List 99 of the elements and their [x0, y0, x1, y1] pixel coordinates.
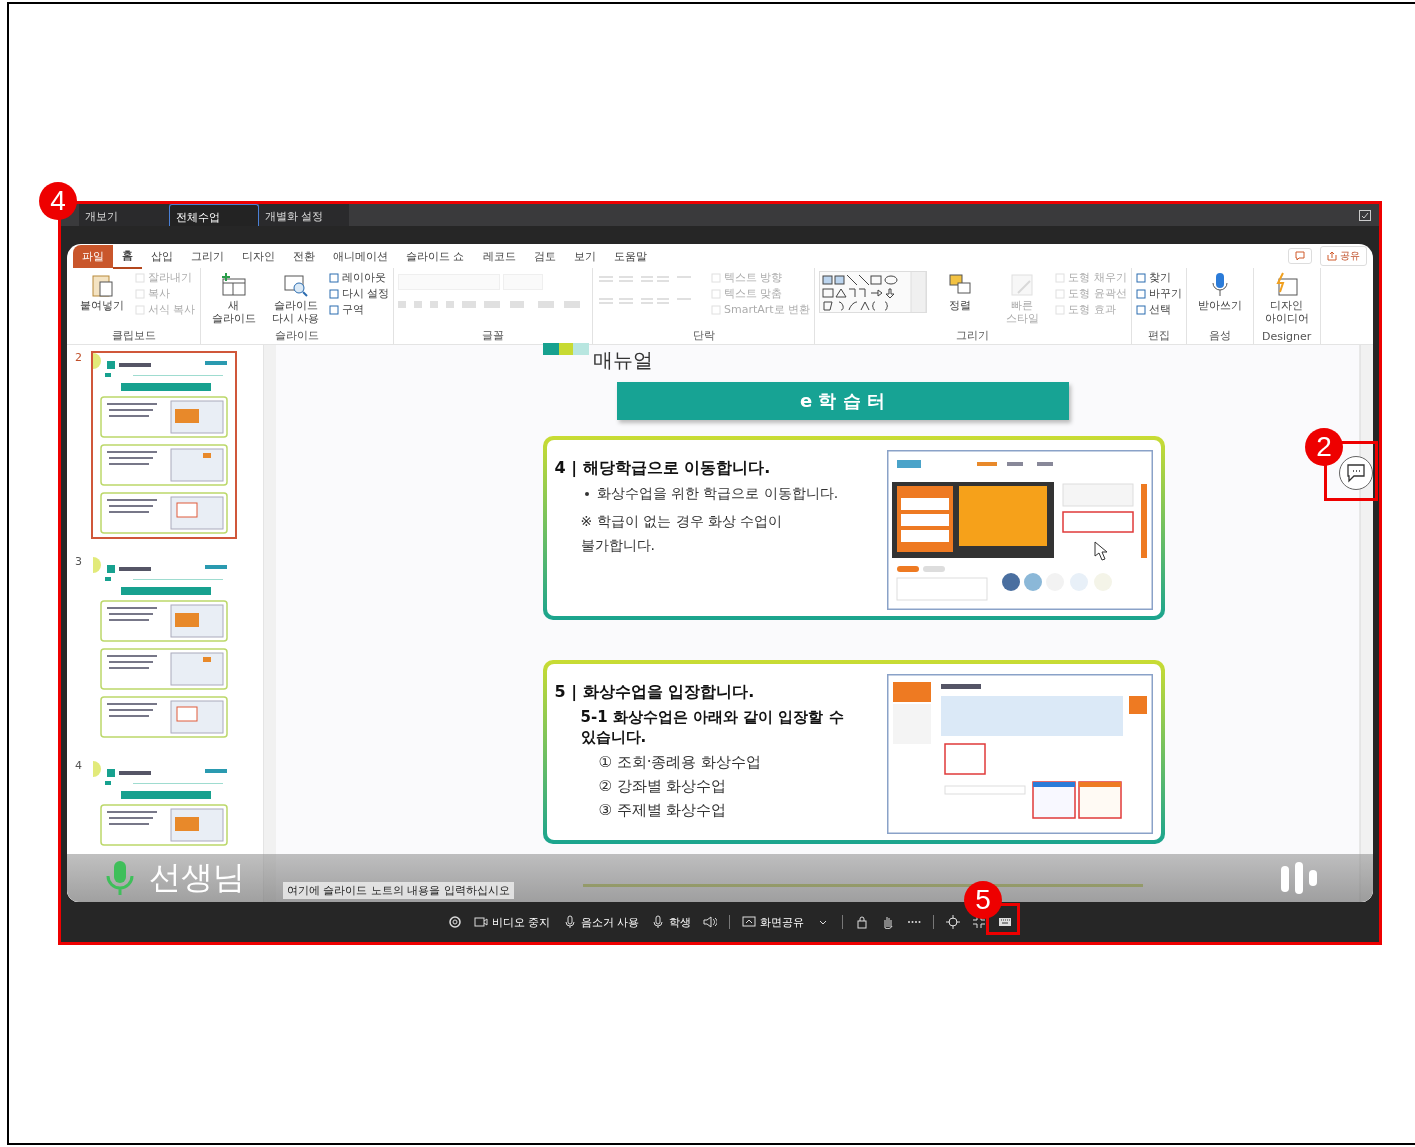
share-button[interactable]: 공유 [1320, 246, 1367, 266]
toolbar-button[interactable] [448, 915, 462, 929]
comment-icon [1295, 251, 1305, 261]
ribbon-button[interactable]: 디자인 아이디어 [1257, 271, 1316, 325]
group-label: 슬라이드 [273, 328, 320, 344]
crosshair-icon [946, 915, 960, 929]
group-label: 단락 [691, 328, 716, 344]
ribbon-tab[interactable]: 파일 [73, 244, 113, 268]
small-square-icon [135, 273, 145, 283]
ribbon-tab[interactable]: 디자인 [233, 244, 284, 268]
scrollbar[interactable] [1360, 345, 1373, 902]
lock-icon [855, 915, 869, 929]
ribbon-tab[interactable]: 검토 [524, 244, 565, 268]
slide-number: 3 [75, 555, 83, 570]
toolbar-button[interactable] [946, 915, 960, 929]
toolbar-button[interactable] [855, 915, 869, 929]
list-item: ① 조회·종례용 화상수업 [598, 753, 762, 772]
ribbon-button[interactable]: 레이아웃 [328, 271, 389, 285]
small-square-icon [1055, 273, 1066, 283]
ribbon-tab[interactable]: 삽입 [142, 244, 182, 268]
ribbon-button[interactable]: 구역 [328, 303, 389, 317]
ribbon-button[interactable]: 받아쓰기 [1190, 271, 1249, 312]
toolbar-button[interactable] [703, 915, 717, 929]
ribbon-button[interactable]: 바꾸기 [1135, 287, 1182, 301]
ribbon-button[interactable]: 찾기 [1135, 271, 1182, 285]
hand-icon [881, 915, 895, 929]
small-square-icon [1135, 273, 1146, 283]
settings-icon [448, 915, 462, 929]
keyboard-icon [998, 915, 1012, 929]
group-label: Designer [1261, 330, 1313, 344]
small-square-icon [1055, 305, 1066, 315]
small-square-icon [1055, 289, 1066, 299]
ribbon-tab[interactable]: 보기 [564, 244, 605, 268]
toolbar-button[interactable]: 화면공유 [742, 914, 804, 930]
ribbon-button[interactable]: 선택 [1135, 303, 1182, 317]
title-banner: e 학 습 터 [616, 382, 1069, 420]
toolbar-button[interactable] [998, 915, 1012, 929]
small-square-icon [711, 273, 721, 283]
checkbox-icon [1359, 209, 1371, 221]
ribbon-tab[interactable]: 그리기 [182, 244, 233, 268]
ribbon-tab[interactable]: 전환 [284, 244, 324, 268]
slide-number: 2 [75, 351, 83, 366]
step-heading: 4 | 해당학급으로 이동합니다. [554, 458, 772, 479]
small-square-icon [328, 289, 339, 299]
callout-number: 4 [39, 182, 77, 220]
small-square-icon [135, 289, 145, 299]
toolbar-button[interactable]: 비디오 중지 [474, 914, 551, 930]
ribbon-button[interactable]: 붙여넣기 [73, 271, 131, 312]
collapse-icon [972, 915, 986, 929]
group-label: 음성 [1207, 328, 1232, 344]
slide-title: 매뉴얼 [592, 347, 653, 374]
tab[interactable]: 개별화 설정 [259, 204, 349, 226]
step-text: 5-1 화상수업은 아래와 같이 입장할 수 있습니다. [580, 707, 845, 747]
small-square-icon [1135, 289, 1146, 299]
ribbon-tab[interactable]: 홈 [113, 244, 142, 269]
toolbar-button[interactable] [881, 915, 895, 929]
group-label: 편집 [1146, 328, 1171, 344]
small-square-icon [135, 305, 145, 315]
small-square-icon [328, 273, 339, 283]
tab[interactable]: 전체수업 [169, 204, 259, 226]
ribbon-button[interactable]: 새 슬라이드 [204, 271, 263, 325]
ribbon-tab[interactable]: 레코드 [473, 244, 525, 268]
tab[interactable]: 개보기 [79, 204, 169, 226]
scrollbar[interactable] [263, 345, 276, 902]
small-square-icon [711, 289, 721, 299]
small-square-icon [1135, 305, 1146, 315]
microphone-icon [562, 915, 577, 929]
screen-share-icon [742, 915, 756, 929]
group-label: 글꼴 [481, 328, 505, 344]
bullet-icon [584, 492, 589, 496]
ribbon-button[interactable]: 다시 설정 [328, 287, 389, 301]
toolbar-button[interactable]: 학생 [651, 914, 691, 930]
list-item: ② 강좌별 화상수업 [598, 777, 727, 796]
slide-number: 4 [75, 759, 83, 774]
notes-field[interactable]: 여기에 슬라이드 노트의 내용을 입력하십시오 [283, 882, 514, 899]
ribbon-tab[interactable]: 도움말 [604, 244, 656, 268]
speaker-name: 선생님 [149, 857, 245, 898]
microphone-icon [651, 915, 665, 929]
small-square-icon [711, 305, 721, 315]
list-item: ③ 주제별 화상수업 [598, 801, 727, 820]
video-camera-icon [474, 915, 488, 929]
ribbon-tab[interactable]: 애니메이션 [324, 244, 397, 268]
toolbar-button[interactable]: 음소거 사용 [562, 914, 639, 930]
step-text: ※ 학급이 없는 경우 화상 수업이 불가합니다. [580, 512, 784, 555]
audio-level-icon [1279, 862, 1319, 894]
group-label: 그리기 [955, 328, 991, 344]
new-slide-icon [219, 271, 248, 299]
ribbon-button[interactable]: 슬라이드 다시 사용 [266, 271, 325, 325]
speaker-icon [703, 915, 717, 929]
chat-bubble-icon [1345, 463, 1367, 483]
step-text: 화상수업을 위한 학급으로 이동합니다. [596, 485, 839, 503]
share-icon [1327, 251, 1337, 261]
small-square-icon [328, 305, 339, 315]
ribbon-tab[interactable]: 슬라이드 쇼 [397, 244, 474, 268]
color-squares-icon [542, 343, 589, 355]
callout-number: 5 [964, 881, 1002, 919]
step-heading: 5 | 화상수업을 입장합니다. [554, 682, 756, 703]
group-label: 클립보드 [111, 328, 158, 344]
ribbon-button[interactable]: 정렬 [931, 271, 990, 312]
